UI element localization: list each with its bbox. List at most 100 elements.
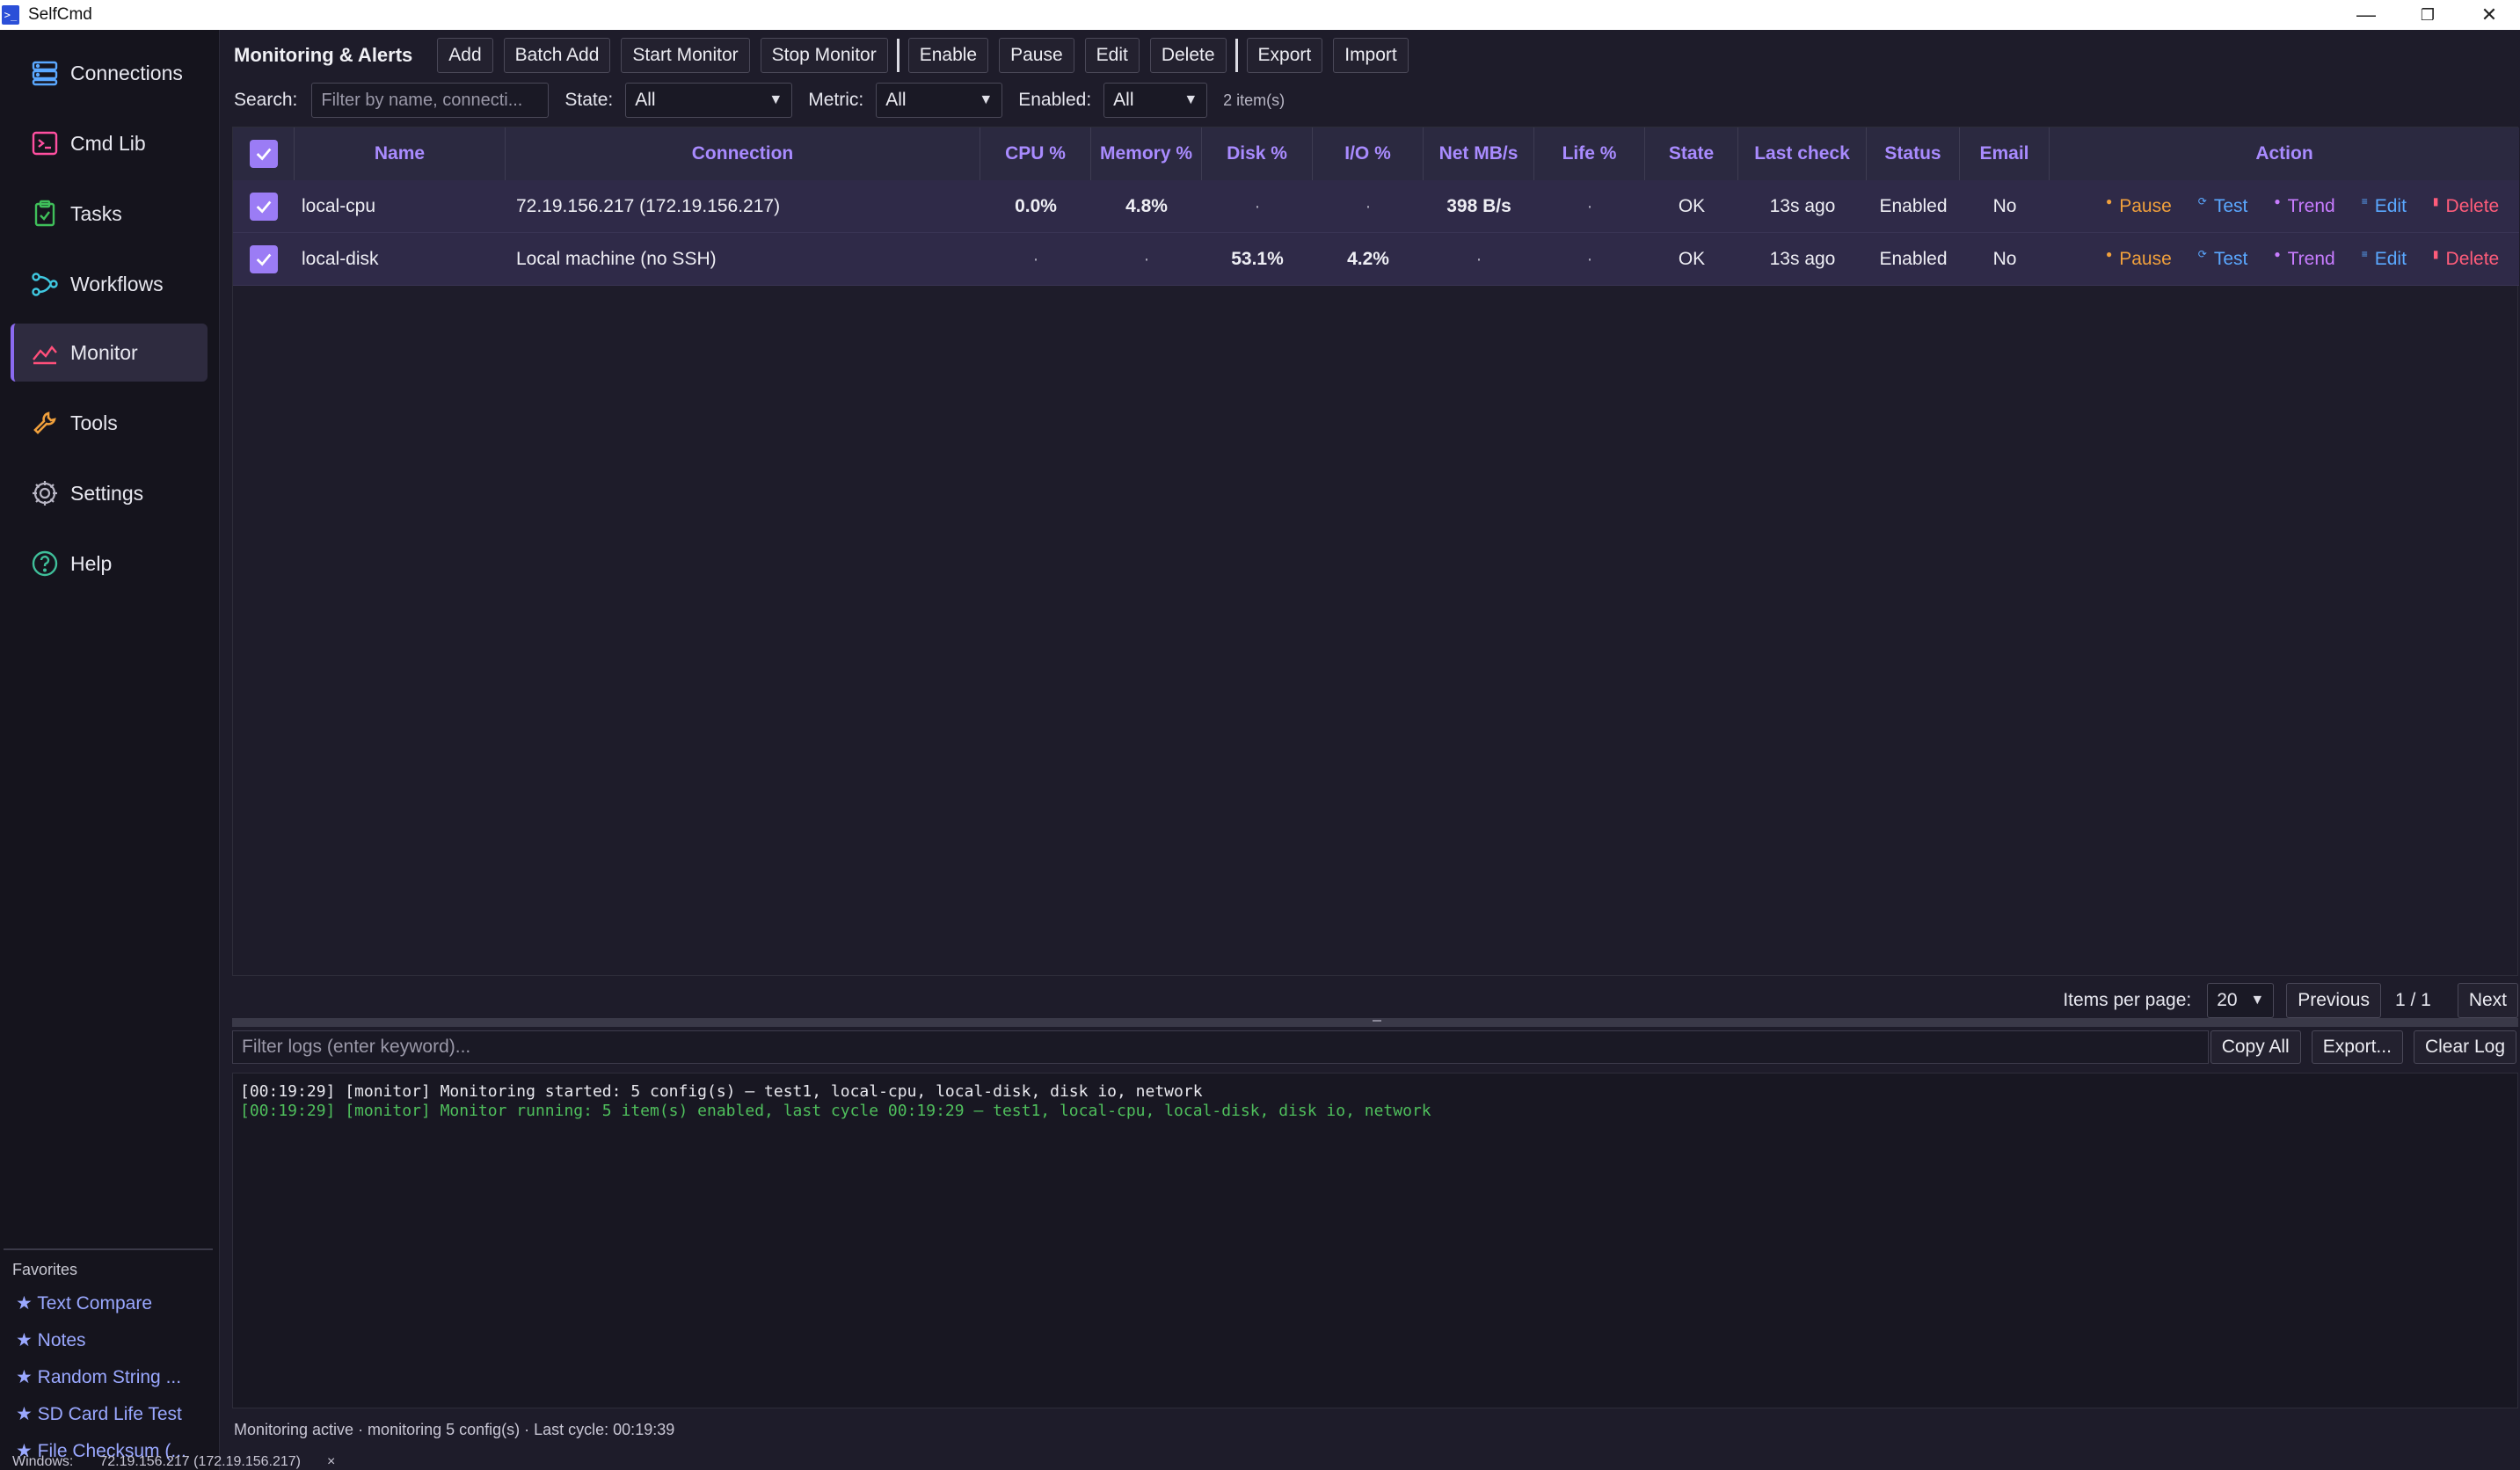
toolbar-separator — [896, 39, 899, 72]
select-all-checkbox[interactable] — [249, 140, 278, 168]
cell-io: · — [1365, 196, 1372, 216]
header-io[interactable]: I/O % — [1313, 127, 1424, 180]
window-tab[interactable]: 72.19.156.217 (172.19.156.217) — [99, 1454, 301, 1470]
edit-button[interactable]: Edit — [1084, 38, 1140, 73]
sidebar-item-monitor[interactable]: Monitor — [11, 324, 208, 382]
close-button[interactable]: ✕ — [2458, 0, 2520, 30]
sidebar: Connections Cmd Lib Tasks Workflows Moni… — [0, 30, 220, 1470]
metric-select[interactable]: All ▼ — [876, 83, 1003, 118]
trash-icon: ▮ — [2432, 248, 2439, 260]
row-checkbox-cell[interactable] — [233, 233, 295, 286]
sidebar-item-label: Workflows — [70, 272, 164, 295]
add-button[interactable]: Add — [437, 38, 493, 73]
export-log-button[interactable]: Export... — [2311, 1030, 2403, 1064]
metric-label: Metric: — [808, 90, 864, 110]
row-pause-label: Pause — [2119, 249, 2172, 269]
state-select[interactable]: All ▼ — [625, 83, 793, 118]
sidebar-item-settings[interactable]: Settings — [11, 464, 208, 522]
table-row[interactable]: local-cpu 72.19.156.217 (172.19.156.217)… — [233, 180, 2519, 233]
batch-add-button[interactable]: Batch Add — [503, 38, 611, 73]
panel-splitter[interactable] — [232, 1018, 2518, 1027]
row-edit-label: Edit — [2374, 196, 2407, 216]
sidebar-item-tasks[interactable]: Tasks — [11, 185, 208, 243]
row-checkbox[interactable] — [250, 245, 278, 273]
header-last-check[interactable]: Last check — [1738, 127, 1867, 180]
edit-icon: ≡ — [2361, 195, 2368, 207]
sidebar-item-workflows[interactable]: Workflows — [11, 255, 208, 313]
row-pause-action[interactable]: ● Pause — [2106, 195, 2172, 217]
header-disk[interactable]: Disk % — [1202, 127, 1313, 180]
export-button[interactable]: Export — [1246, 38, 1323, 73]
header-email[interactable]: Email — [1960, 127, 2050, 180]
clear-log-button[interactable]: Clear Log — [2413, 1030, 2516, 1064]
trend-dot-icon: ● — [2274, 195, 2281, 207]
page-position: 1 / 1 — [2394, 990, 2431, 1010]
favorite-item[interactable]: ★ Notes — [16, 1329, 86, 1351]
enabled-select-value: All — [1113, 90, 1134, 110]
state-select-value: All — [635, 90, 656, 110]
header-select-all[interactable] — [233, 127, 295, 180]
edit-icon: ≡ — [2361, 248, 2368, 260]
cell-memory: 4.8% — [1125, 196, 1168, 216]
table-row[interactable]: local-disk Local machine (no SSH) · · 53… — [233, 233, 2519, 286]
next-page-button[interactable]: Next — [2457, 983, 2518, 1018]
header-life[interactable]: Life % — [1534, 127, 1645, 180]
sidebar-item-connections[interactable]: Connections — [11, 44, 208, 102]
stop-monitor-button[interactable]: Stop Monitor — [760, 38, 888, 73]
header-cpu[interactable]: CPU % — [980, 127, 1091, 180]
cell-disk: 53.1% — [1231, 249, 1284, 269]
favorite-item[interactable]: ★ Random String ... — [16, 1366, 181, 1388]
row-test-action[interactable]: ⟳ Test — [2198, 195, 2248, 217]
row-checkbox-cell[interactable] — [233, 180, 295, 233]
row-pause-action[interactable]: ● Pause — [2106, 248, 2172, 270]
title-bar: >_ SelfCmd — ❐ ✕ — [0, 0, 2520, 30]
clipboard-check-icon — [30, 199, 60, 229]
header-state[interactable]: State — [1645, 127, 1738, 180]
header-memory[interactable]: Memory % — [1091, 127, 1202, 180]
sidebar-item-cmd-lib[interactable]: Cmd Lib — [11, 114, 208, 172]
row-delete-label: Delete — [2445, 249, 2500, 269]
row-edit-action[interactable]: ≡ Edit — [2361, 248, 2407, 270]
cell-io: 4.2% — [1347, 249, 1389, 269]
delete-button[interactable]: Delete — [1149, 38, 1227, 73]
log-line: [00:19:29] [monitor] Monitoring started:… — [240, 1082, 1203, 1101]
enabled-select[interactable]: All ▼ — [1103, 83, 1208, 118]
header-name[interactable]: Name — [295, 127, 506, 180]
sidebar-item-help[interactable]: Help — [11, 535, 208, 593]
log-filter-input[interactable]: Filter logs (enter keyword)... — [232, 1030, 2209, 1064]
chevron-down-icon: ▼ — [2250, 993, 2265, 1008]
maximize-button[interactable]: ❐ — [2397, 0, 2458, 30]
import-button[interactable]: Import — [1333, 38, 1409, 73]
enable-button[interactable]: Enable — [907, 38, 989, 73]
app-logo-icon: >_ — [2, 5, 19, 25]
minimize-button[interactable]: — — [2335, 0, 2397, 30]
start-monitor-button[interactable]: Start Monitor — [621, 38, 750, 73]
refresh-icon: ⟳ — [2197, 248, 2207, 260]
favorite-item[interactable]: ★ Text Compare — [16, 1292, 152, 1314]
log-output[interactable]: [00:19:29] [monitor] Monitoring started:… — [232, 1073, 2518, 1408]
row-delete-label: Delete — [2445, 196, 2500, 216]
row-edit-action[interactable]: ≡ Edit — [2361, 195, 2407, 217]
cell-life: · — [1586, 196, 1593, 216]
row-delete-action[interactable]: ▮ Delete — [2433, 195, 2500, 217]
items-per-page-select[interactable]: 20 ▼ — [2207, 983, 2275, 1018]
header-status[interactable]: Status — [1867, 127, 1960, 180]
cell-cpu: 0.0% — [1015, 196, 1057, 216]
pause-dot-icon: ● — [2106, 248, 2113, 260]
window-tab-close-icon[interactable]: × — [327, 1454, 335, 1470]
sidebar-item-tools[interactable]: Tools — [11, 394, 208, 452]
header-connection[interactable]: Connection — [506, 127, 980, 180]
header-net[interactable]: Net MB/s — [1424, 127, 1534, 180]
sidebar-item-label: Connections — [70, 61, 183, 84]
favorite-item[interactable]: ★ SD Card Life Test — [16, 1403, 182, 1425]
row-trend-action[interactable]: ● Trend — [2274, 195, 2334, 217]
cell-last-check: 13s ago — [1769, 196, 1836, 216]
row-delete-action[interactable]: ▮ Delete — [2432, 248, 2500, 270]
row-test-action[interactable]: ⟳ Test — [2197, 248, 2248, 270]
previous-page-button[interactable]: Previous — [2286, 983, 2381, 1018]
row-trend-action[interactable]: ● Trend — [2274, 248, 2334, 270]
row-checkbox[interactable] — [250, 193, 278, 221]
search-input[interactable]: Filter by name, connecti... — [311, 83, 550, 118]
copy-all-button[interactable]: Copy All — [2210, 1030, 2301, 1064]
pause-button[interactable]: Pause — [999, 38, 1074, 73]
